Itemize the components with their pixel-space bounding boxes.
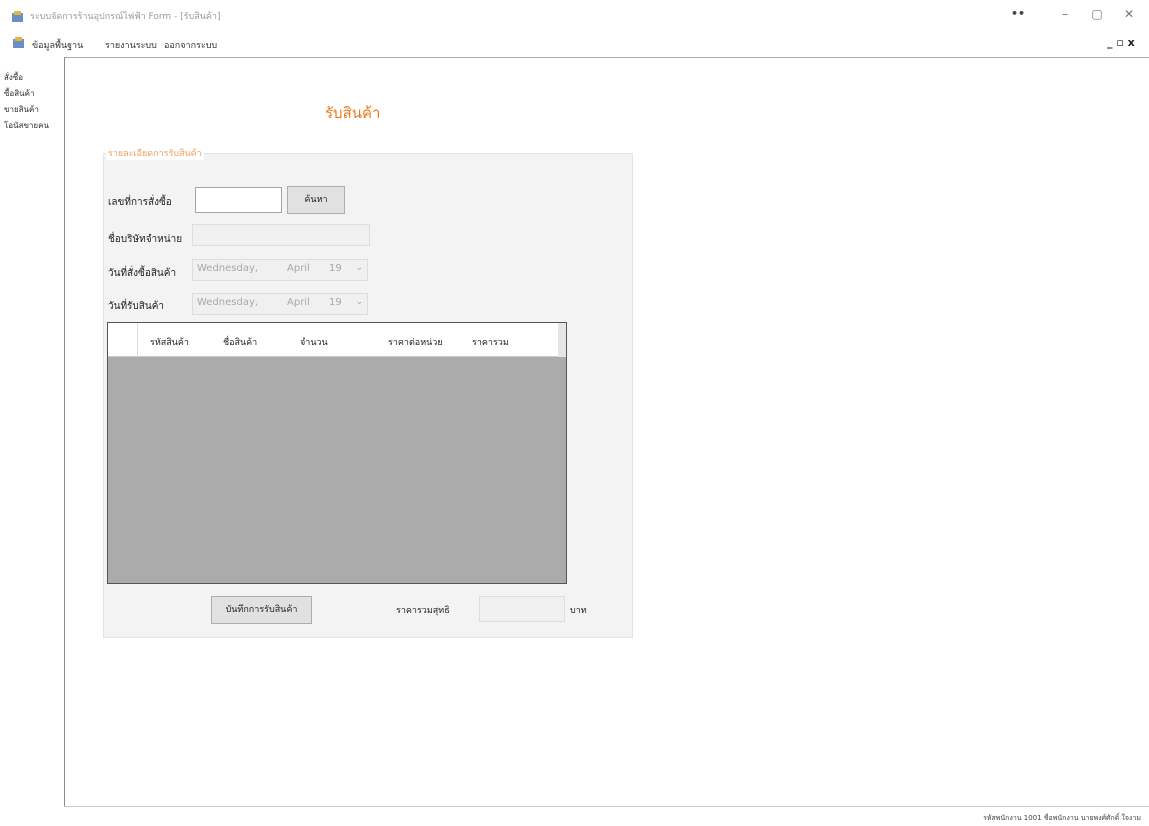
nav-item-order[interactable]: สั่งซื้อ xyxy=(4,70,62,86)
order-date-label: วันที่สั่งซื้อสินค้า xyxy=(108,268,177,279)
supplier-label: ชื่อบริษัทจำหน่าย xyxy=(108,234,183,245)
search-button[interactable]: ค้นหา xyxy=(287,186,345,214)
receive-date-label: วันที่รับสินค้า xyxy=(108,301,165,312)
minimize-button[interactable]: – xyxy=(1050,4,1080,24)
grid-scrollbar[interactable] xyxy=(558,323,566,357)
supplier-input xyxy=(192,224,370,246)
chevron-down-icon[interactable]: ⌄ xyxy=(355,297,363,307)
mdi-frame-bottom xyxy=(64,806,1149,807)
app-menu-icon[interactable] xyxy=(12,36,25,49)
mdi-frame-top xyxy=(64,57,1149,58)
grid-column-header[interactable]: ราคาต่อหน่วย xyxy=(388,335,443,349)
nav-item-bonus[interactable]: โอนัสขายคน xyxy=(4,118,62,134)
save-receive-button[interactable]: บันทึกการรับสินค้า xyxy=(211,596,312,624)
grid-column-header[interactable]: ชื่อสินค้า xyxy=(223,335,257,349)
menu-item-logout[interactable]: ออกจากระบบ xyxy=(164,38,217,52)
app-icon xyxy=(12,11,23,22)
close-button[interactable]: ✕ xyxy=(1114,4,1144,24)
mdi-window-controls[interactable]: _ ▫ x xyxy=(1107,36,1135,49)
total-label: ราคารวมสุทธิ xyxy=(396,606,450,616)
order-date-picker[interactable]: Wednesday, April 19 ⌄ xyxy=(192,259,368,281)
status-bar: รหัสพนักงาน 1001 ชื่อพนักงาน นายพงศ์ศักด… xyxy=(983,814,1141,822)
left-nav: สั่งซื้อ ซื้อสินค้า ขายสินค้า โอนัสขายคน xyxy=(4,70,62,134)
menu-item-basic-data[interactable]: ข้อมูลพื้นฐาน xyxy=(32,38,83,52)
mdi-frame-left xyxy=(64,57,65,807)
total-input xyxy=(479,596,565,622)
title-bar: ระบบจัดการร้านอุปกรณ์ไฟฟ้า Form - [รับสิ… xyxy=(0,0,1149,30)
window-title: ระบบจัดการร้านอุปกรณ์ไฟฟ้า Form - [รับสิ… xyxy=(30,12,221,22)
order-date-date: 19 xyxy=(329,263,342,274)
maximize-button[interactable]: ▢ xyxy=(1082,4,1112,24)
items-grid[interactable]: รหัสสินค้า ชื่อสินค้า จำนวน ราคาต่อหน่วย… xyxy=(107,322,567,584)
total-unit: บาท xyxy=(570,606,587,616)
receive-date-day: Wednesday, xyxy=(197,297,259,308)
grid-column-header[interactable]: รหัสสินค้า xyxy=(150,335,189,349)
window-extra-button[interactable]: •• xyxy=(1003,4,1033,24)
po-number-input[interactable] xyxy=(195,187,282,213)
grid-column-header[interactable]: จำนวน xyxy=(300,335,328,349)
menu-item-reports[interactable]: รายงานระบบ xyxy=(105,38,157,52)
receive-date-month: April xyxy=(287,297,310,308)
receive-date-date: 19 xyxy=(329,297,342,308)
group-title: รายละเอียดการรับสินค้า xyxy=(106,146,204,160)
nav-item-purchase[interactable]: ซื้อสินค้า xyxy=(4,86,62,102)
order-date-month: April xyxy=(287,263,310,274)
grid-row-header[interactable] xyxy=(108,323,138,357)
receive-date-picker[interactable]: Wednesday, April 19 ⌄ xyxy=(192,293,368,315)
grid-column-header[interactable]: ราคารวม xyxy=(472,335,509,349)
chevron-down-icon[interactable]: ⌄ xyxy=(355,263,363,273)
menu-bar: ข้อมูลพื้นฐาน รายงานระบบ ออกจากระบบ _ ▫ … xyxy=(0,32,1149,56)
grid-header: รหัสสินค้า ชื่อสินค้า จำนวน ราคาต่อหน่วย… xyxy=(108,323,558,357)
form-title: รับสินค้า xyxy=(325,104,381,122)
order-date-day: Wednesday, xyxy=(197,263,259,274)
po-number-label: เลขที่การสั่งซื้อ xyxy=(108,197,172,208)
nav-item-sales[interactable]: ขายสินค้า xyxy=(4,102,62,118)
